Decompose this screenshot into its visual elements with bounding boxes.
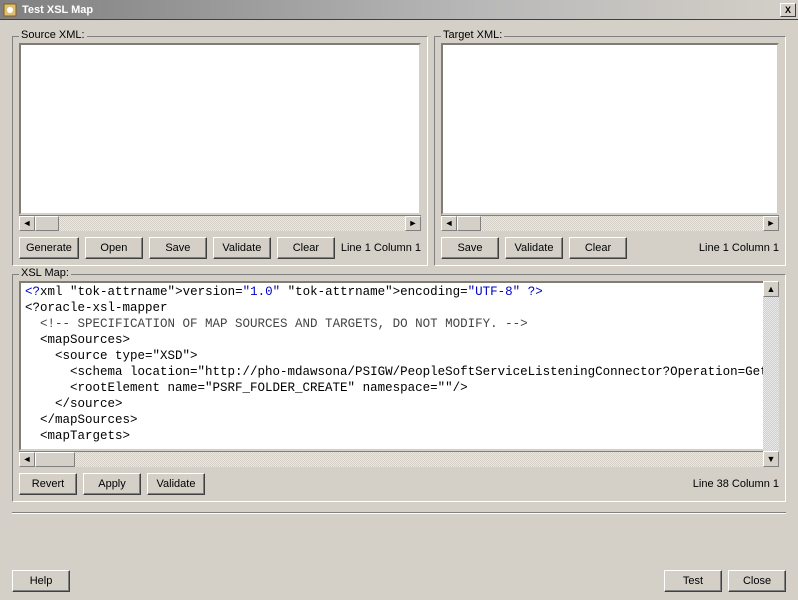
xsl-map-code[interactable]: <?xml "tok-attrname">version="1.0" "tok-…: [19, 281, 779, 451]
open-button[interactable]: Open: [85, 237, 143, 259]
scroll-left-icon[interactable]: ◄: [19, 452, 35, 467]
generate-button[interactable]: Generate: [19, 237, 79, 259]
clear-button[interactable]: Clear: [569, 237, 627, 259]
target-xml-group: Target XML: ◄ ► Save Validate Clear Line…: [434, 36, 786, 266]
code-line: <?oracle-xsl-mapper: [25, 301, 773, 317]
close-icon[interactable]: X: [780, 3, 796, 17]
save-button[interactable]: Save: [149, 237, 207, 259]
source-xml-group: Source XML: ◄ ► Generate Open Save Valid…: [12, 36, 428, 266]
xsl-map-vscroll[interactable]: ▲ ▼: [763, 281, 779, 467]
xsl-map-hscroll[interactable]: ◄ ►: [19, 451, 779, 467]
validate-button[interactable]: Validate: [147, 473, 205, 495]
xsl-map-group: XSL Map: <?xml "tok-attrname">version="1…: [12, 274, 786, 502]
titlebar: Test XSL Map X: [0, 0, 798, 20]
scroll-track[interactable]: [75, 452, 763, 467]
close-button[interactable]: Close: [728, 570, 786, 592]
source-xml-status: Line 1 Column 1: [341, 242, 421, 254]
source-xml-hscroll[interactable]: ◄ ►: [19, 215, 421, 231]
separator: [12, 512, 786, 514]
scroll-track[interactable]: [481, 216, 763, 231]
source-xml-textarea[interactable]: [19, 43, 421, 215]
help-button[interactable]: Help: [12, 570, 70, 592]
source-xml-legend: Source XML:: [19, 29, 87, 41]
clear-button[interactable]: Clear: [277, 237, 335, 259]
code-line: <?xml "tok-attrname">version="1.0" "tok-…: [25, 285, 773, 301]
code-line: <source type="XSD">: [25, 349, 773, 365]
app-icon: [2, 2, 18, 18]
scroll-thumb[interactable]: [35, 452, 75, 467]
code-line: </source>: [25, 397, 773, 413]
code-line: <rootElement name="PSRF_FOLDER_CREATE" n…: [25, 381, 773, 397]
window-title: Test XSL Map: [22, 4, 780, 16]
target-xml-legend: Target XML:: [441, 29, 504, 41]
code-line: <schema location="http://pho-mdawsona/PS…: [25, 365, 773, 381]
code-line: <mapSources>: [25, 333, 773, 349]
target-xml-hscroll[interactable]: ◄ ►: [441, 215, 779, 231]
revert-button[interactable]: Revert: [19, 473, 77, 495]
code-line: <mapTargets>: [25, 429, 773, 445]
scroll-down-icon[interactable]: ▼: [763, 451, 779, 467]
scroll-thumb[interactable]: [457, 216, 481, 231]
save-button[interactable]: Save: [441, 237, 499, 259]
target-xml-status: Line 1 Column 1: [699, 242, 779, 254]
target-xml-textarea[interactable]: [441, 43, 779, 215]
xsl-map-legend: XSL Map:: [19, 267, 71, 279]
scroll-track[interactable]: [763, 297, 779, 451]
apply-button[interactable]: Apply: [83, 473, 141, 495]
scroll-left-icon[interactable]: ◄: [19, 216, 35, 231]
scroll-right-icon[interactable]: ►: [405, 216, 421, 231]
code-line: <!-- SPECIFICATION OF MAP SOURCES AND TA…: [25, 317, 773, 333]
scroll-thumb[interactable]: [35, 216, 59, 231]
scroll-left-icon[interactable]: ◄: [441, 216, 457, 231]
test-button[interactable]: Test: [664, 570, 722, 592]
validate-button[interactable]: Validate: [213, 237, 271, 259]
scroll-right-icon[interactable]: ►: [763, 216, 779, 231]
xsl-map-status: Line 38 Column 1: [693, 478, 779, 490]
scroll-up-icon[interactable]: ▲: [763, 281, 779, 297]
scroll-track[interactable]: [59, 216, 405, 231]
code-line: </mapSources>: [25, 413, 773, 429]
validate-button[interactable]: Validate: [505, 237, 563, 259]
